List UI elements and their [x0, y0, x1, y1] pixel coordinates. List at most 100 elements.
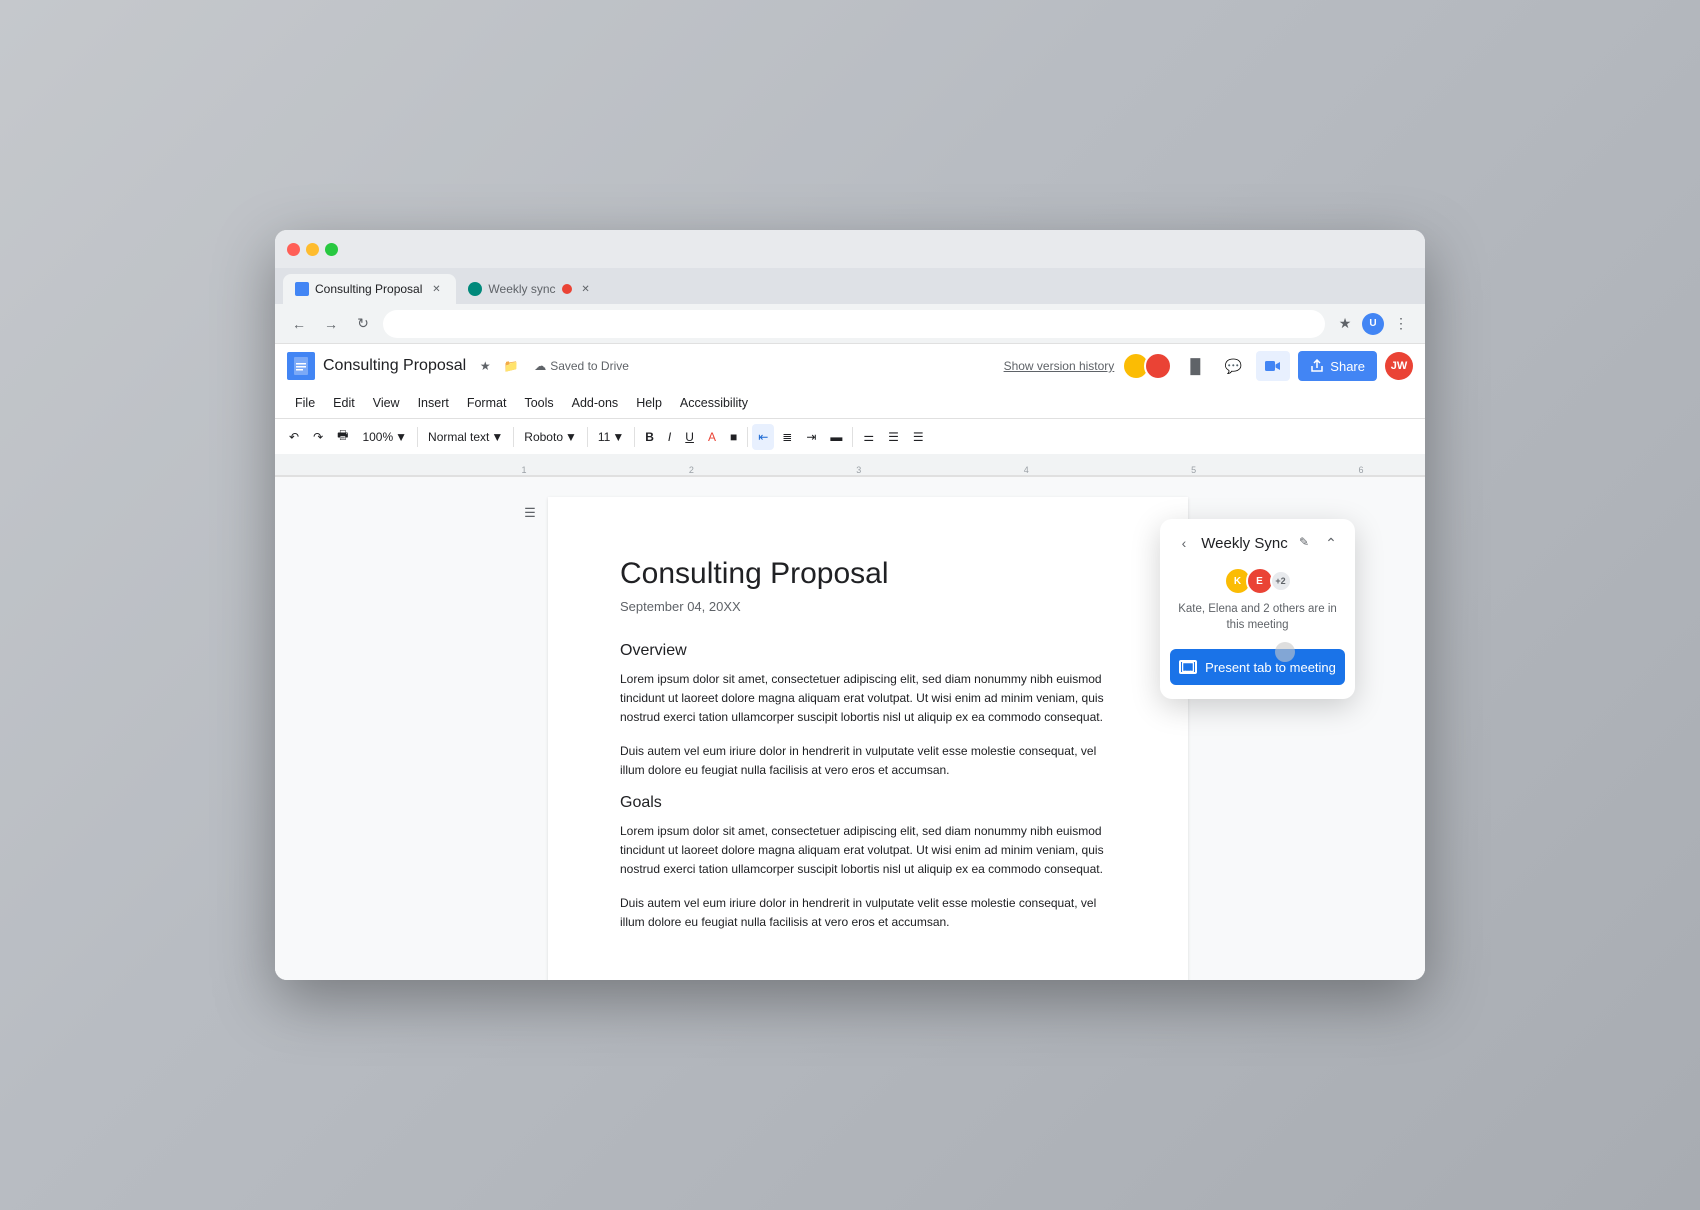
ruler-mark-4: 4 — [1024, 465, 1029, 475]
align-left-button[interactable]: ⇤ — [752, 424, 774, 450]
bold-button[interactable]: B — [639, 424, 660, 450]
align-justify-button[interactable]: ▬ — [824, 424, 848, 450]
line-spacing-button[interactable]: ⚌ — [857, 424, 880, 450]
meet-popup-header: ‹ Weekly Sync ✎ ⌃ — [1160, 519, 1355, 559]
font-selector[interactable]: Roboto ▼ — [518, 424, 583, 450]
menu-insert[interactable]: Insert — [410, 391, 457, 415]
highlight-icon: ■ — [730, 430, 737, 444]
user-avatar-jw[interactable]: JW — [1385, 352, 1413, 380]
toolbar-separator-6 — [852, 427, 853, 447]
present-tab-button-label: Present tab to meeting — [1205, 660, 1336, 675]
menu-bar: File Edit View Insert Format Tools Add-o… — [275, 388, 1425, 418]
text-color-icon: A — [708, 430, 716, 444]
desktop-background: Consulting Proposal ✕ Weekly sync ✕ ← → … — [0, 0, 1700, 1210]
zoom-button[interactable]: 100% ▼ — [356, 424, 413, 450]
comments-button[interactable]: 💬 — [1218, 351, 1248, 381]
docs-header-right: Show version history █ 💬 — [1004, 351, 1413, 381]
present-tab-button[interactable]: Present tab to meeting — [1170, 649, 1345, 685]
document-main-title: Consulting Proposal — [620, 557, 1116, 591]
toolbar-separator-5 — [747, 427, 748, 447]
ruler-mark-1: 1 — [522, 465, 527, 475]
formatting-toolbar: ↶ ↷ 🖶 100% ▼ Normal text ▼ Roboto — [275, 418, 1425, 454]
browser-window: Consulting Proposal ✕ Weekly sync ✕ ← → … — [275, 230, 1425, 980]
align-center-button[interactable]: ≣ — [776, 424, 798, 450]
close-window-button[interactable] — [287, 243, 300, 256]
document-title-actions: ★ 📁 — [474, 355, 522, 377]
title-bar — [275, 230, 1425, 268]
underline-button[interactable]: U — [679, 424, 700, 450]
text-color-button[interactable]: A — [702, 424, 722, 450]
zoom-chevron-icon: ▼ — [395, 430, 407, 444]
menu-addons[interactable]: Add-ons — [564, 391, 627, 415]
font-size-chevron-icon: ▼ — [612, 430, 624, 444]
tabs-bar: Consulting Proposal ✕ Weekly sync ✕ — [275, 268, 1425, 304]
meet-popup: ‹ Weekly Sync ✎ ⌃ K E +2 Kate, Elena and… — [1160, 519, 1355, 699]
meet-favicon-icon — [468, 282, 482, 296]
version-history-link[interactable]: Show version history — [1004, 359, 1115, 373]
menu-format[interactable]: Format — [459, 391, 515, 415]
italic-icon: I — [668, 430, 671, 444]
docs-favicon-icon — [295, 282, 309, 296]
saved-badge-text: Saved to Drive — [550, 359, 629, 373]
style-chevron-icon: ▼ — [491, 430, 503, 444]
menu-edit[interactable]: Edit — [325, 391, 363, 415]
docs-title-row: Consulting Proposal ★ 📁 ☁ Saved to Drive… — [275, 344, 1425, 388]
meet-popup-collapse-button[interactable]: ⌃ — [1319, 531, 1343, 555]
tab-docs-close-button[interactable]: ✕ — [428, 281, 444, 297]
maximize-window-button[interactable] — [325, 243, 338, 256]
tab-docs-label: Consulting Proposal — [315, 282, 422, 296]
numbered-list-button[interactable]: ☰ — [907, 424, 930, 450]
minimize-window-button[interactable] — [306, 243, 319, 256]
redo-button[interactable]: ↷ — [307, 424, 329, 450]
present-icon — [1179, 660, 1197, 674]
address-bar[interactable] — [383, 310, 1325, 338]
share-button[interactable]: Share — [1298, 351, 1377, 381]
tab-docs[interactable]: Consulting Proposal ✕ — [283, 274, 456, 304]
more-options-button[interactable]: ⋮ — [1389, 312, 1413, 336]
outline-icon[interactable]: ☰ — [518, 501, 542, 525]
user-initials: JW — [1391, 360, 1408, 372]
refresh-button[interactable]: ↻ — [351, 312, 375, 336]
meet-popup-back-button[interactable]: ‹ — [1172, 531, 1196, 555]
italic-button[interactable]: I — [662, 424, 677, 450]
collaborator-avatar-2 — [1144, 352, 1172, 380]
back-button[interactable]: ← — [287, 312, 311, 336]
meet-participants-text: Kate, Elena and 2 others are in this mee… — [1160, 599, 1355, 645]
cloud-icon: ☁ — [534, 359, 546, 373]
address-bar-row: ← → ↻ ★ U ⋮ — [275, 304, 1425, 344]
toolbar-separator-1 — [417, 427, 418, 447]
toolbar-separator-2 — [513, 427, 514, 447]
bookmark-button[interactable]: ★ — [1333, 312, 1357, 336]
star-button[interactable]: ★ — [474, 355, 496, 377]
align-right-button[interactable]: ⇥ — [800, 424, 822, 450]
meet-popup-title: Weekly Sync — [1196, 535, 1293, 552]
analytics-button[interactable]: █ — [1180, 351, 1210, 381]
style-selector[interactable]: Normal text ▼ — [422, 424, 509, 450]
menu-tools[interactable]: Tools — [516, 391, 561, 415]
highlight-button[interactable]: ■ — [724, 424, 743, 450]
menu-help[interactable]: Help — [628, 391, 670, 415]
style-label: Normal text — [428, 430, 489, 444]
menu-file[interactable]: File — [287, 391, 323, 415]
forward-button[interactable]: → — [319, 312, 343, 336]
tab-meet[interactable]: Weekly sync ✕ — [456, 274, 605, 304]
document-page[interactable]: Consulting Proposal September 04, 20XX O… — [548, 497, 1188, 980]
underline-icon: U — [685, 430, 694, 444]
meet-popup-edit-button[interactable]: ✎ — [1293, 531, 1315, 553]
ruler-mark-3: 3 — [856, 465, 861, 475]
menu-view[interactable]: View — [365, 391, 408, 415]
font-size-selector[interactable]: 11 ▼ — [592, 424, 630, 450]
browser-actions: ★ U ⋮ — [1333, 312, 1413, 336]
undo-button[interactable]: ↶ — [283, 424, 305, 450]
menu-accessibility[interactable]: Accessibility — [672, 391, 756, 415]
ruler-mark-5: 5 — [1191, 465, 1196, 475]
profile-button[interactable]: U — [1361, 312, 1385, 336]
move-to-folder-button[interactable]: 📁 — [500, 355, 522, 377]
meet-button[interactable] — [1256, 351, 1290, 381]
bullet-list-button[interactable]: ☰ — [882, 424, 905, 450]
bold-icon: B — [645, 430, 654, 444]
tab-meet-label: Weekly sync — [488, 282, 555, 296]
print-button[interactable]: 🖶 — [331, 424, 354, 450]
section-2-para-1: Lorem ipsum dolor sit amet, consectetuer… — [620, 822, 1116, 880]
tab-meet-close-button[interactable]: ✕ — [578, 281, 594, 297]
